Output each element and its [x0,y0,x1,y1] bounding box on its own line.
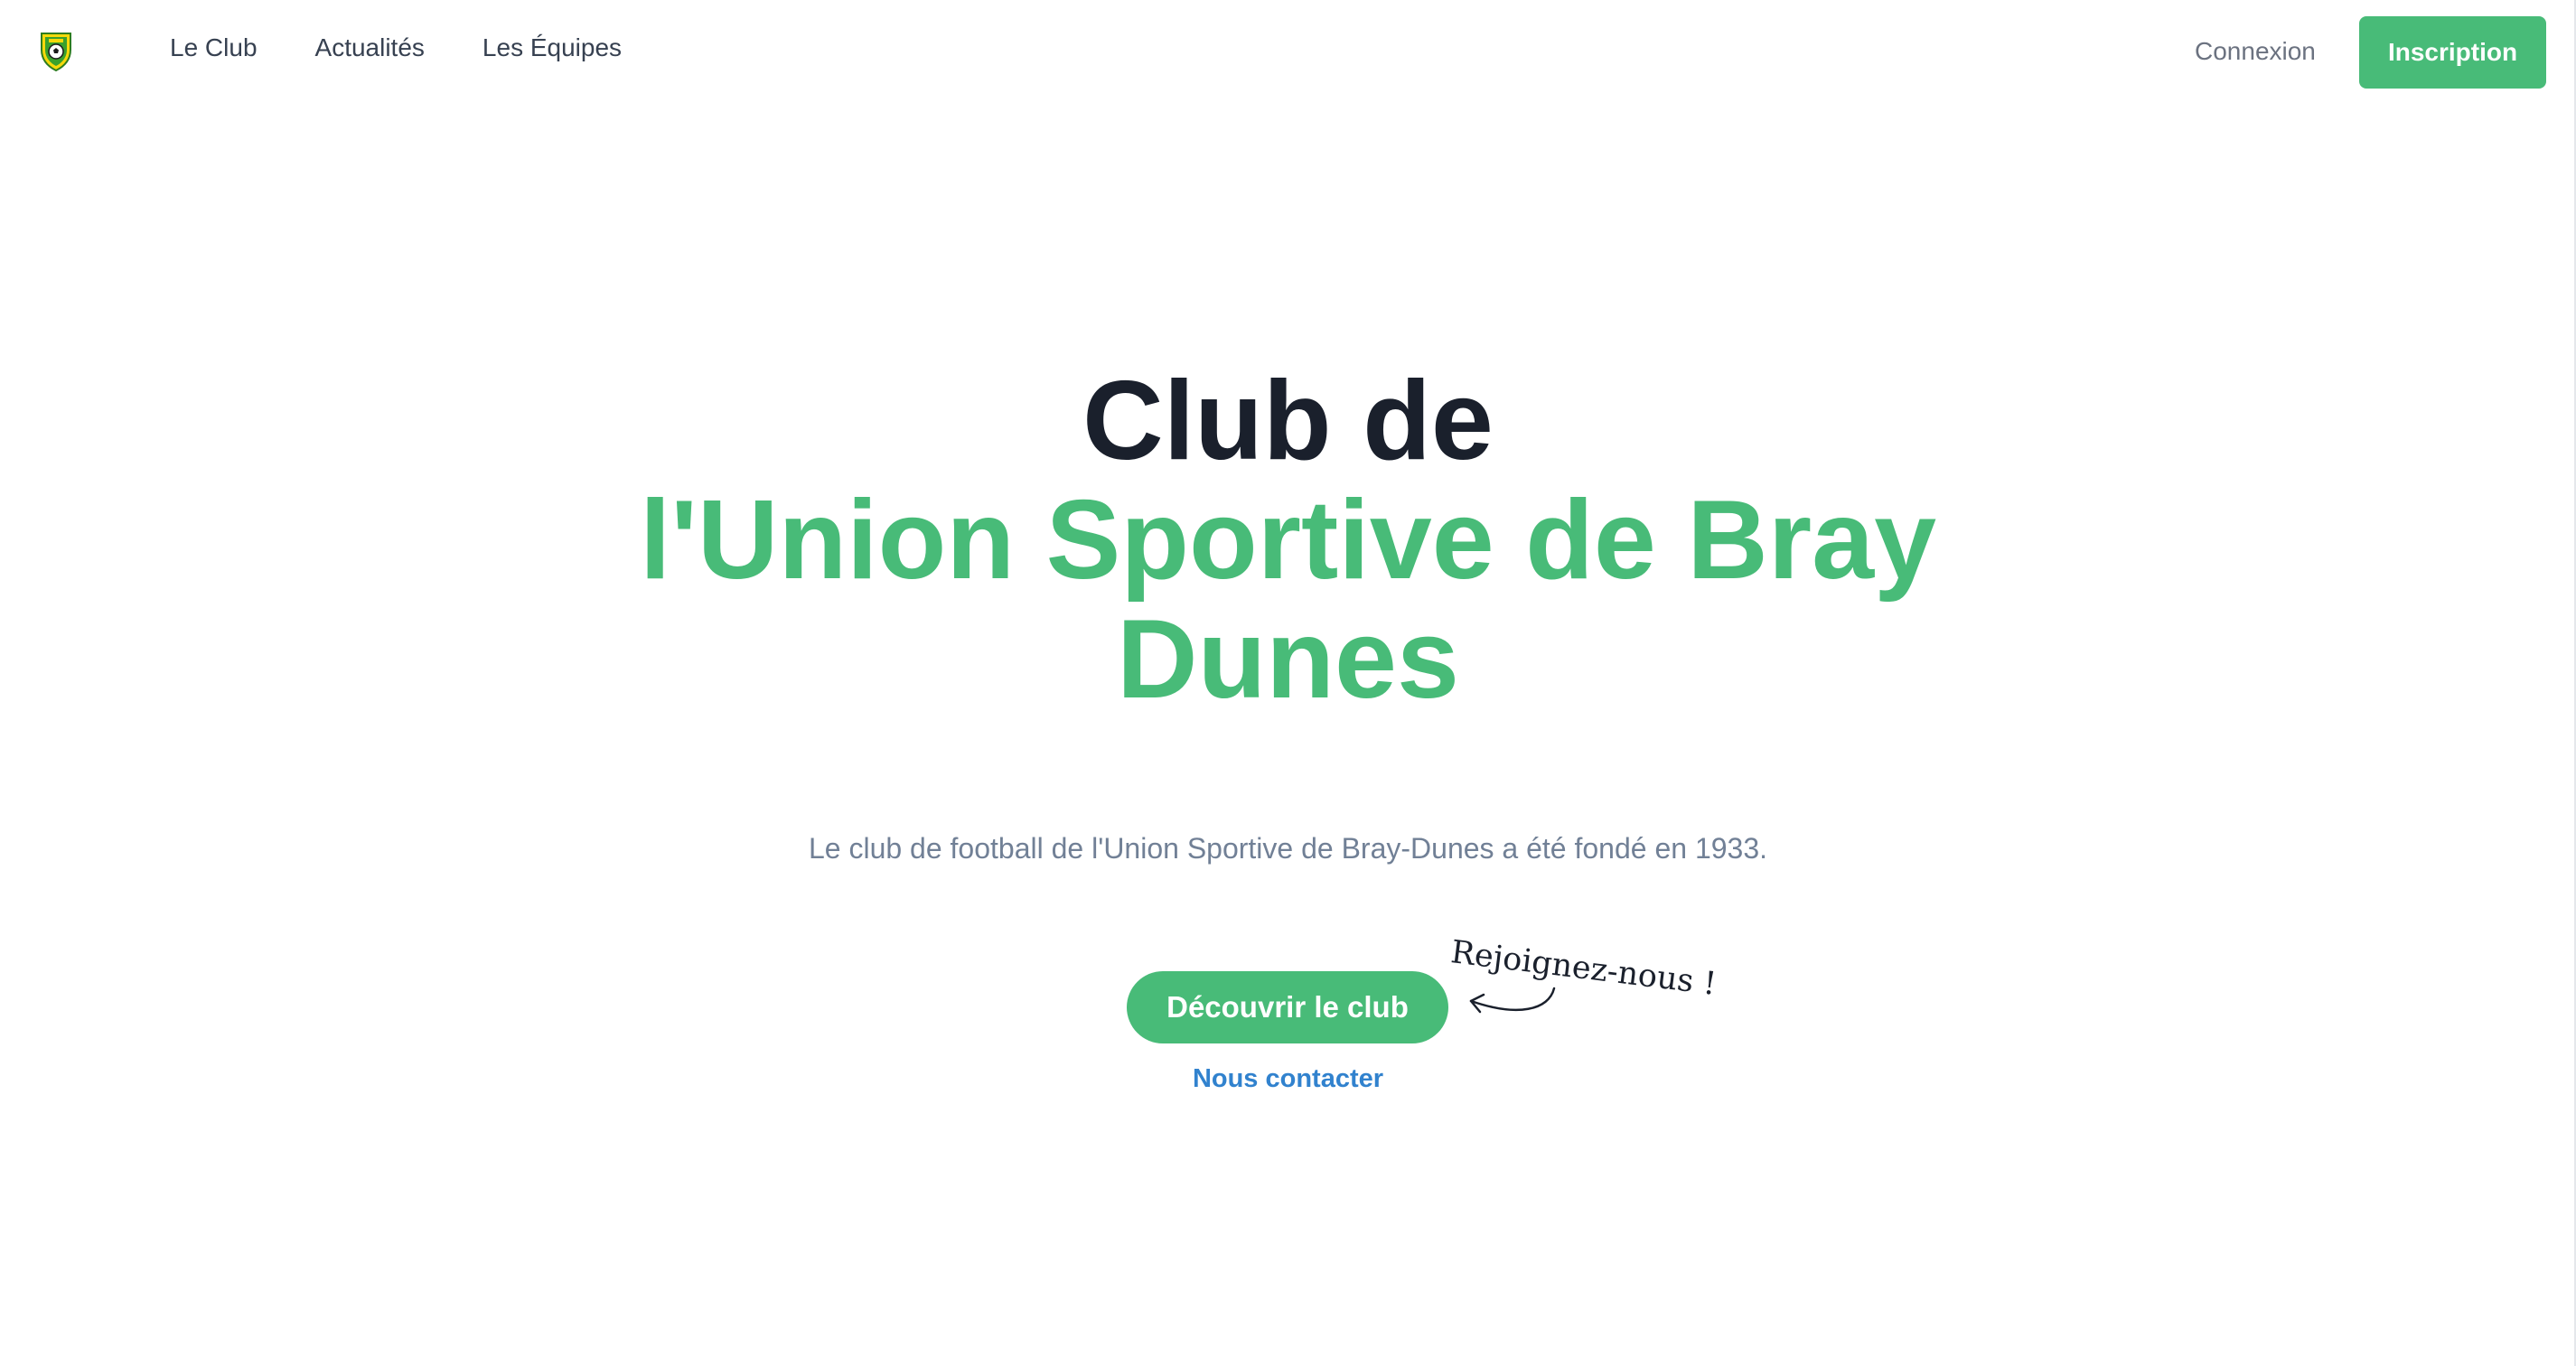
hero-title-line2a: l'Union Sportive de Bray [639,478,1937,603]
club-crest-icon[interactable] [40,30,72,71]
curved-arrow-icon [1469,987,1556,1014]
discover-club-button[interactable]: Découvrir le club [1127,971,1448,1043]
login-link[interactable]: Connexion [2195,36,2316,67]
nav-link-actualites[interactable]: Actualités [315,33,425,63]
signup-button[interactable]: Inscription [2359,16,2546,89]
hero-title-line1: Club de [1082,359,1494,483]
page: Le Club Actualités Les Équipes Connexion… [0,0,2576,1366]
nav-link-le-club[interactable]: Le Club [170,33,258,63]
top-navbar: Le Club Actualités Les Équipes Connexion… [0,0,2576,104]
hero-title: Club de l'Union Sportive de Bray Dunes [0,361,2576,719]
main-nav: Le Club Actualités Les Équipes [170,33,622,63]
hero-title-line2b: Dunes [1117,597,1459,722]
nav-link-les-equipes[interactable]: Les Équipes [482,33,622,63]
hero-subtitle: Le club de football de l'Union Sportive … [808,832,1768,865]
contact-link[interactable]: Nous contacter [0,1062,2576,1095]
